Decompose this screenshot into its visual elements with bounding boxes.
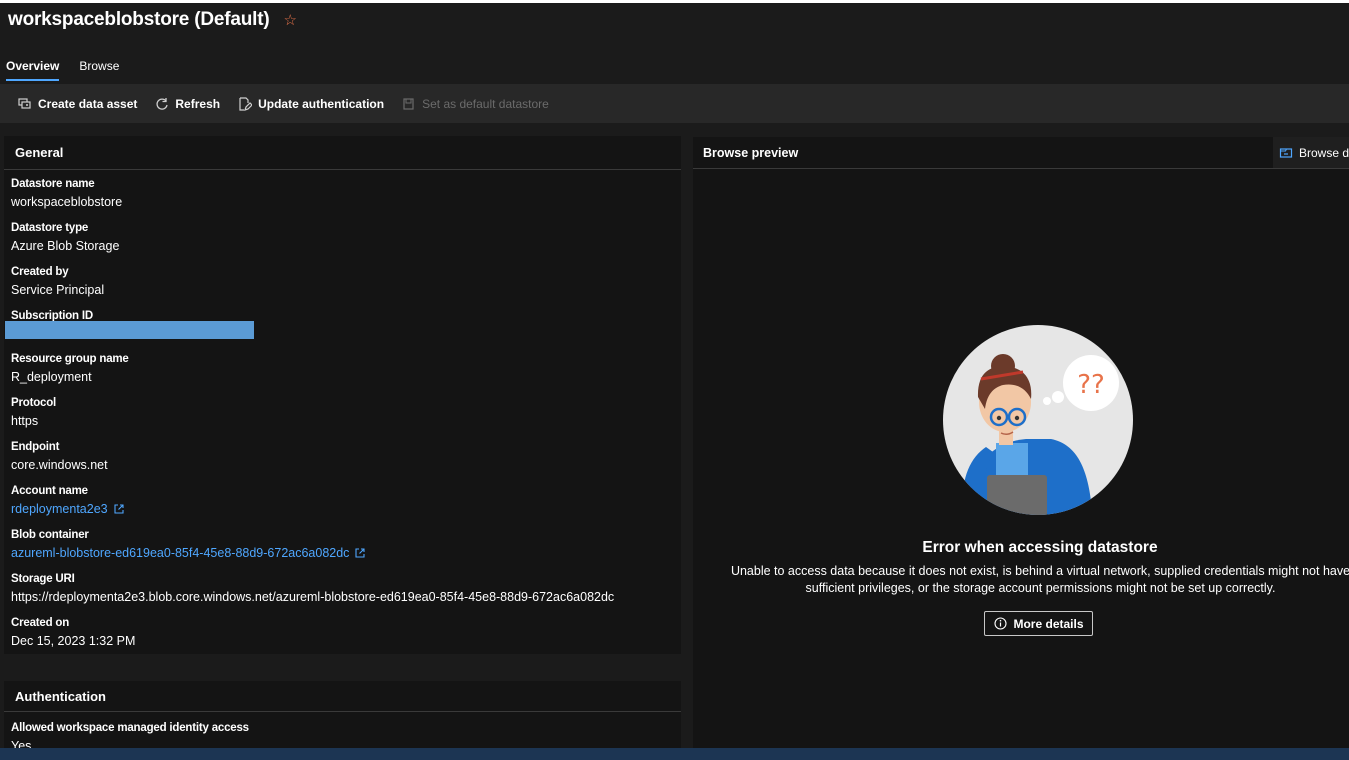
edit-icon xyxy=(238,96,253,111)
taskbar-strip xyxy=(0,748,1349,760)
blob-container-link[interactable]: azureml-blobstore-ed619ea0-85f4-45e8-88d… xyxy=(11,543,365,563)
blob-container-text: azureml-blobstore-ed619ea0-85f4-45e8-88d… xyxy=(11,546,350,560)
refresh-label: Refresh xyxy=(175,96,221,111)
account-name-link[interactable]: rdeploymenta2e3 xyxy=(11,499,124,519)
error-description: Unable to access data because it does no… xyxy=(730,564,1349,595)
datastore-type-field: Datastore type Azure Blob Storage xyxy=(11,220,119,256)
general-heading: General xyxy=(4,136,681,170)
confused-person-illustration: ?? xyxy=(943,325,1133,515)
data-asset-icon xyxy=(18,97,32,111)
tab-browse[interactable]: Browse xyxy=(79,56,119,81)
update-authentication-button[interactable]: Update authentication xyxy=(238,94,384,114)
account-name-text: rdeploymenta2e3 xyxy=(11,502,108,516)
external-link-icon xyxy=(355,544,365,564)
info-icon xyxy=(993,617,1007,631)
field-label: Account name xyxy=(11,485,88,497)
tab-bar: Overview Browse xyxy=(6,56,139,82)
field-label: Blob container xyxy=(11,529,89,541)
create-data-asset-label: Create data asset xyxy=(38,96,138,111)
update-authentication-label: Update authentication xyxy=(258,96,385,111)
field-value: Service Principal xyxy=(11,283,105,297)
resource-group-field: Resource group name R_deployment xyxy=(11,351,129,387)
more-details-button[interactable]: More details xyxy=(984,611,1093,636)
browse-preview-heading: Browse preview xyxy=(703,145,799,160)
refresh-icon xyxy=(155,97,169,111)
page-header: workspaceblobstore (Default) ☆ xyxy=(8,6,297,34)
refresh-button[interactable]: Refresh xyxy=(155,94,220,114)
browse-preview-card: Browse preview Browse data ?? xyxy=(693,137,1349,751)
endpoint-field: Endpoint core.windows.net xyxy=(11,439,108,475)
field-value: https xyxy=(11,414,39,428)
folder-open-icon xyxy=(1279,146,1293,160)
created-on-field: Created on Dec 15, 2023 1:32 PM xyxy=(11,615,135,651)
field-label: Endpoint xyxy=(11,441,60,453)
error-title: Error when accessing datastore xyxy=(922,539,1158,556)
field-value: Dec 15, 2023 1:32 PM xyxy=(11,634,136,648)
more-details-label: More details xyxy=(1013,616,1084,631)
field-label: Created on xyxy=(11,617,70,629)
thought-text: ?? xyxy=(1077,370,1105,400)
command-bar: Create data asset Refresh Update authent… xyxy=(0,84,1349,123)
storage-uri-field: Storage URI https://rdeploymenta2e3.blob… xyxy=(11,571,614,607)
datastore-icon xyxy=(402,97,416,111)
account-name-field: Account name rdeploymenta2e3 xyxy=(11,483,124,519)
window-top-border xyxy=(0,0,1349,3)
protocol-field: Protocol https xyxy=(11,395,56,431)
field-label: Storage URI xyxy=(11,573,75,585)
field-value: R_deployment xyxy=(11,370,92,384)
field-value: core.windows.net xyxy=(11,458,108,472)
field-label: Datastore name xyxy=(11,178,95,190)
redacted-subscription-id xyxy=(5,321,254,339)
created-by-field: Created by Service Principal xyxy=(11,264,104,300)
browse-data-button[interactable]: Browse data xyxy=(1273,137,1349,168)
field-label: Created by xyxy=(11,266,69,278)
set-default-datastore-button[interactable]: Set as default datastore xyxy=(402,94,549,114)
browse-preview-header: Browse preview Browse data xyxy=(693,137,1349,169)
authentication-heading: Authentication xyxy=(4,681,681,712)
field-label: Resource group name xyxy=(11,353,129,365)
field-label: Allowed workspace managed identity acces… xyxy=(11,722,249,734)
field-value: workspaceblobstore xyxy=(11,195,123,209)
field-label: Protocol xyxy=(11,397,57,409)
blob-container-field: Blob container azureml-blobstore-ed619ea… xyxy=(11,527,365,563)
datastore-name-field: Datastore name workspaceblobstore xyxy=(11,176,122,212)
browse-data-label: Browse data xyxy=(1299,145,1349,160)
set-default-datastore-label: Set as default datastore xyxy=(422,96,549,111)
star-icon[interactable]: ☆ xyxy=(284,13,297,28)
tab-overview[interactable]: Overview xyxy=(6,56,60,81)
field-label: Datastore type xyxy=(11,222,89,234)
create-data-asset-button[interactable]: Create data asset xyxy=(18,94,137,114)
field-value: Azure Blob Storage xyxy=(11,239,120,253)
page-title: workspaceblobstore (Default) xyxy=(8,9,270,30)
external-link-icon xyxy=(114,500,124,520)
field-value: https://rdeploymenta2e3.blob.core.window… xyxy=(11,590,615,604)
